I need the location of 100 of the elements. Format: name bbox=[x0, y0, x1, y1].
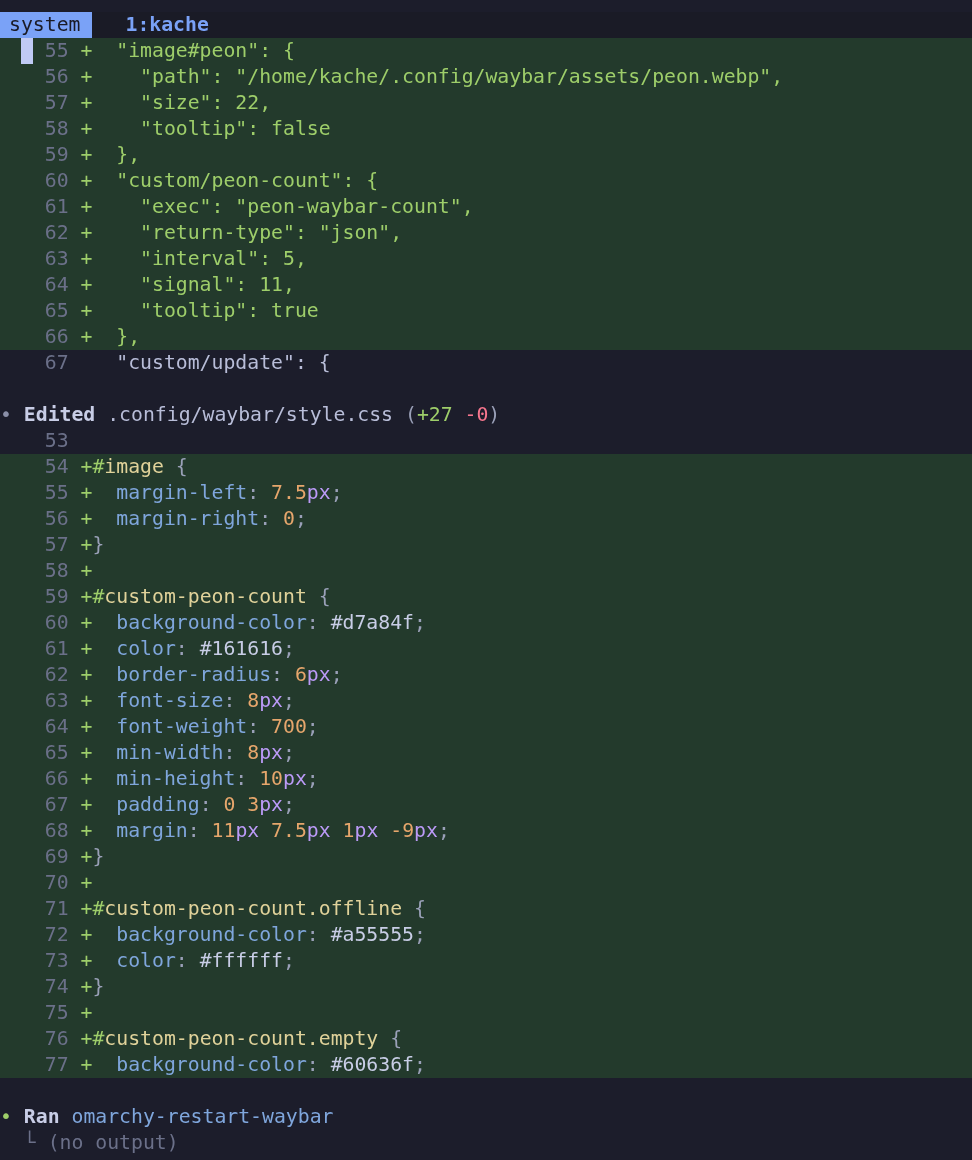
line-number: 61 bbox=[43, 636, 69, 662]
line-number: 54 bbox=[43, 454, 69, 480]
code-text: min-height: 10px; bbox=[115, 766, 319, 792]
code-text: background-color: #60636f; bbox=[115, 1052, 426, 1078]
diff-sign: + bbox=[80, 64, 93, 90]
diff-sign: + bbox=[80, 480, 93, 506]
line-number: 70 bbox=[43, 870, 69, 896]
line-number: 53 bbox=[43, 428, 69, 454]
code-text: margin: 11px 7.5px 1px -9px; bbox=[115, 818, 450, 844]
line-number: 62 bbox=[43, 220, 69, 246]
code-text: "signal": 11, bbox=[139, 272, 295, 298]
line-number: 59 bbox=[43, 584, 69, 610]
line-number: 61 bbox=[43, 194, 69, 220]
code-text: "custom/peon-count": { bbox=[115, 168, 379, 194]
diff-sign: + bbox=[80, 1026, 93, 1052]
line-number: 76 bbox=[43, 1026, 69, 1052]
code-text: "size": 22, bbox=[139, 90, 272, 116]
diff-sign: + bbox=[80, 142, 93, 168]
line-number: 55 bbox=[43, 480, 69, 506]
code-text: color: #161616; bbox=[115, 636, 295, 662]
line-number: 59 bbox=[43, 142, 69, 168]
code-text: "image#peon": { bbox=[115, 38, 295, 64]
line-number: 65 bbox=[43, 298, 69, 324]
code-text: #custom-peon-count.offline { bbox=[92, 896, 426, 922]
line-number: 67 bbox=[43, 350, 69, 376]
line-number: 60 bbox=[43, 168, 69, 194]
line-number: 66 bbox=[43, 324, 69, 350]
diff-sign: + bbox=[80, 194, 93, 220]
change-stats: (+27 -0) bbox=[404, 403, 501, 426]
code-text: #image { bbox=[92, 454, 188, 480]
line-number: 56 bbox=[43, 64, 69, 90]
line-number: 57 bbox=[43, 90, 69, 116]
code-text: color: #ffffff; bbox=[115, 948, 295, 974]
code-text: margin-right: 0; bbox=[115, 506, 307, 532]
line-number: 58 bbox=[43, 558, 69, 584]
line-number: 60 bbox=[43, 610, 69, 636]
line-number: 58 bbox=[43, 116, 69, 142]
diff-sign: + bbox=[80, 220, 93, 246]
diff-sign: + bbox=[80, 116, 93, 142]
diff-sign: + bbox=[80, 168, 93, 194]
action-label: Ran bbox=[23, 1105, 60, 1128]
code-text: margin-left: 7.5px; bbox=[115, 480, 343, 506]
code-text: background-color: #d7a84f; bbox=[115, 610, 426, 636]
code-text: padding: 0 3px; bbox=[115, 792, 295, 818]
diff-sign: + bbox=[80, 766, 93, 792]
code-text: "exec": "peon-waybar-count", bbox=[139, 194, 474, 220]
line-number: 64 bbox=[43, 714, 69, 740]
line-number: 57 bbox=[43, 532, 69, 558]
code-text: font-size: 8px; bbox=[115, 688, 295, 714]
diff-sign: + bbox=[80, 870, 93, 896]
diff-sign: + bbox=[80, 1052, 93, 1078]
code-text: }, bbox=[115, 142, 141, 168]
diff-sign: + bbox=[80, 610, 93, 636]
line-number: 77 bbox=[43, 1052, 69, 1078]
diff-sign: + bbox=[80, 298, 93, 324]
line-number: 62 bbox=[43, 662, 69, 688]
bullet-dot: • bbox=[0, 1104, 13, 1130]
line-number: 55 bbox=[43, 38, 69, 64]
command-output: └ (no output) bbox=[23, 1131, 179, 1154]
tab[interactable]: system bbox=[0, 12, 93, 38]
code-text: "tooltip": true bbox=[139, 298, 319, 324]
line-number: 75 bbox=[43, 1000, 69, 1026]
line-number: 68 bbox=[43, 818, 69, 844]
diff-sign: + bbox=[80, 506, 93, 532]
code-text: } bbox=[92, 974, 105, 1000]
diff-sign: + bbox=[80, 454, 93, 480]
diff-sign: + bbox=[80, 740, 93, 766]
diff-sign: + bbox=[80, 844, 93, 870]
diff-sign: + bbox=[80, 792, 93, 818]
line-number: 67 bbox=[43, 792, 69, 818]
line-number: 64 bbox=[43, 272, 69, 298]
diff-sign: + bbox=[80, 90, 93, 116]
code-text: }, bbox=[115, 324, 141, 350]
code-text: "path": "/home/kache/.config/waybar/assets/peon.webp", bbox=[139, 64, 784, 90]
diff-sign: + bbox=[80, 584, 93, 610]
diff-sign: + bbox=[80, 636, 93, 662]
diff-sign: + bbox=[80, 38, 93, 64]
file-path: .config/waybar/style.css bbox=[107, 403, 394, 426]
code-text: } bbox=[92, 532, 105, 558]
line-number: 66 bbox=[43, 766, 69, 792]
code-text: min-width: 8px; bbox=[115, 740, 295, 766]
line-number: 69 bbox=[43, 844, 69, 870]
code-text: #custom-peon-count.empty { bbox=[92, 1026, 403, 1052]
action-label: Edited bbox=[23, 403, 96, 426]
code-text: "interval": 5, bbox=[139, 246, 307, 272]
code-text: "return-type": "json", bbox=[139, 220, 403, 246]
line-number: 71 bbox=[43, 896, 69, 922]
diff-sign: + bbox=[80, 948, 93, 974]
diff-sign: + bbox=[80, 662, 93, 688]
line-number: 65 bbox=[43, 740, 69, 766]
code-text: "tooltip": false bbox=[139, 116, 331, 142]
code-text: "custom/update": { bbox=[115, 350, 331, 376]
line-number: 56 bbox=[43, 506, 69, 532]
diff-sign: + bbox=[80, 896, 93, 922]
code-text: font-weight: 700; bbox=[115, 714, 319, 740]
line-number: 63 bbox=[43, 688, 69, 714]
diff-sign: + bbox=[80, 246, 93, 272]
tab[interactable]: 1:kache bbox=[116, 12, 221, 38]
diff-sign: + bbox=[80, 1000, 93, 1026]
diff-sign: + bbox=[80, 922, 93, 948]
